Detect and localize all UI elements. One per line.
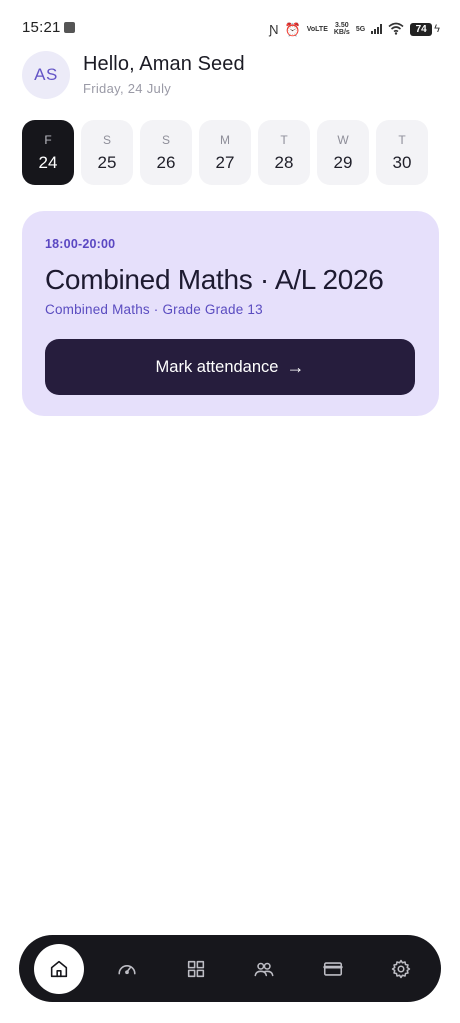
battery-level: 74 (410, 22, 433, 36)
network-speed-value: 3.50 (335, 22, 349, 29)
day-chip[interactable]: F 24 (22, 120, 74, 185)
day-weekday: T (280, 132, 288, 147)
day-chip[interactable]: W 29 (317, 120, 369, 185)
day-chip[interactable]: T 30 (376, 120, 428, 185)
status-time: 15:21 (22, 19, 61, 36)
nav-item-payments[interactable] (307, 935, 359, 1002)
nav-item-settings[interactable] (375, 935, 427, 1002)
day-number: 27 (215, 152, 235, 172)
signal-icon (371, 24, 383, 34)
day-number: 28 (274, 152, 294, 172)
day-selector: F 24 S 25 S 26 M 27 T 28 W 29 T 30 (22, 120, 428, 185)
nav-item-home[interactable] (33, 935, 85, 1002)
users-icon (254, 962, 274, 976)
day-weekday: S (161, 132, 170, 147)
speedometer-icon (118, 964, 136, 974)
class-time: 18:00-20:00 (45, 237, 116, 251)
day-number: 25 (97, 152, 117, 172)
notification-app-icon (64, 22, 75, 33)
home-icon (50, 960, 68, 977)
class-title: Combined Maths · A/L 2026 (45, 264, 384, 295)
day-chip[interactable]: M 27 (199, 120, 251, 185)
network-speed-unit: KB/s (333, 29, 350, 36)
day-weekday: T (398, 132, 406, 147)
network-speed: 3.50 KB/s (334, 22, 350, 36)
day-chip[interactable]: T 28 (258, 120, 310, 185)
day-number: 26 (156, 152, 176, 172)
day-number: 29 (333, 152, 353, 172)
avatar[interactable]: AS (22, 51, 70, 99)
status-bar: 15:21 Ɲ ⏰ VoLTE 3.50 KB/s 5G 74 ϟ (0, 0, 460, 56)
gear-icon (391, 959, 411, 978)
day-weekday: W (337, 132, 349, 147)
volte-label: VoLTE (306, 25, 328, 33)
day-number: 24 (38, 152, 58, 172)
class-subtitle: Combined Maths · Grade Grade 13 (45, 302, 263, 317)
cell-generation: 5G (355, 25, 366, 33)
mark-attendance-label: Mark attendance (155, 357, 279, 376)
wifi-icon (388, 22, 404, 37)
grid-icon (187, 960, 205, 977)
day-chip[interactable]: S 25 (81, 120, 133, 185)
day-chip[interactable]: S 26 (140, 120, 192, 185)
mark-attendance-button[interactable]: Mark attendance → (45, 339, 415, 395)
greeting-title: Hello, Aman Seed (83, 53, 245, 75)
card-icon (323, 961, 343, 976)
class-card[interactable]: 18:00-20:00 Combined Maths · A/L 2026 Co… (22, 211, 439, 416)
nav-item-students[interactable] (238, 935, 290, 1002)
charging-icon: ϟ (434, 23, 440, 35)
current-date: Friday, 24 July (83, 81, 172, 96)
nav-item-dashboard[interactable] (101, 935, 153, 1002)
day-weekday: S (102, 132, 111, 147)
nav-item-classes[interactable] (170, 935, 222, 1002)
status-icons: Ɲ ⏰ VoLTE 3.50 KB/s 5G 74 ϟ (269, 20, 440, 38)
battery-icon: 74 ϟ (410, 22, 440, 36)
day-weekday: F (44, 132, 52, 147)
alarm-icon: ⏰ (284, 21, 301, 37)
arrow-right-icon: → (286, 357, 305, 377)
day-weekday: M (220, 132, 230, 147)
nfc-icon: Ɲ (269, 21, 279, 37)
bottom-nav (19, 935, 441, 1002)
day-number: 30 (392, 152, 412, 172)
